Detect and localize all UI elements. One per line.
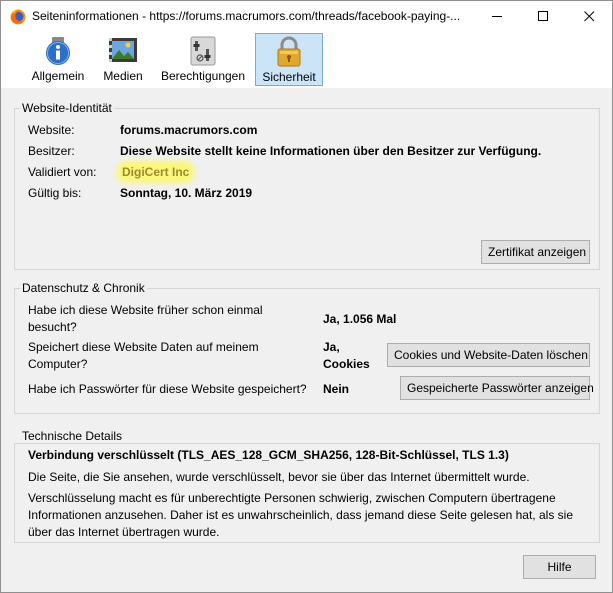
help-button[interactable]: Hilfe xyxy=(523,555,596,579)
tab-sicherheit[interactable]: Sicherheit xyxy=(255,33,323,86)
padlock-icon xyxy=(277,36,301,67)
title-bar: Seiteninformationen - https://forums.mac… xyxy=(1,1,612,32)
privacy-question-visited: Habe ich diese Website früher schon einm… xyxy=(28,303,263,334)
owner-value: Diese Website stellt keine Informationen… xyxy=(120,144,542,158)
media-icon xyxy=(109,38,137,62)
tab-label: Berechtigungen xyxy=(160,69,246,83)
security-panel: Website-Identität Website: forums.macrum… xyxy=(1,88,612,592)
tab-label: Sicherheit xyxy=(262,70,316,84)
valid-label: Gültig bis: xyxy=(28,186,82,200)
firefox-icon xyxy=(10,9,26,25)
verified-value-highlight: DigiCert Inc xyxy=(120,164,192,180)
minimize-icon xyxy=(492,16,502,17)
verified-label: Validiert von: xyxy=(28,165,97,179)
website-value: forums.macrumors.com xyxy=(120,123,258,137)
close-icon xyxy=(584,11,595,22)
privacy-answer-visited: Ja, 1.056 Mal xyxy=(323,312,397,326)
tab-label: Allgemein xyxy=(31,69,85,83)
view-certificate-button[interactable]: Zertifikat anzeigen xyxy=(481,240,590,264)
website-label: Website: xyxy=(28,123,75,137)
encryption-paragraph-2: Verschlüsselung macht es für unberechtig… xyxy=(28,491,573,539)
valid-value: Sonntag, 10. März 2019 xyxy=(120,186,253,200)
privacy-question-cookies: Speichert diese Website Daten auf meinem… xyxy=(28,340,259,371)
permissions-icon xyxy=(190,36,216,66)
maximize-icon xyxy=(538,11,548,21)
encryption-paragraph-1: Die Seite, die Sie ansehen, wurde versch… xyxy=(28,470,530,484)
connection-headline: Verbindung verschlüsselt (TLS_AES_128_GC… xyxy=(28,448,509,462)
privacy-question-passwords: Habe ich Passwörter für diese Website ge… xyxy=(28,382,307,396)
identity-group-title: Website-Identität xyxy=(20,101,114,115)
info-icon xyxy=(46,37,70,65)
verified-value: DigiCert Inc xyxy=(120,164,192,180)
privacy-group-title: Datenschutz & Chronik xyxy=(20,281,147,295)
tab-label: Medien xyxy=(103,69,143,83)
tab-berechtigungen[interactable]: Berechtigungen xyxy=(158,33,248,86)
tab-medien[interactable]: Medien xyxy=(97,33,149,86)
technical-group-title: Technische Details xyxy=(20,429,125,443)
privacy-answer-passwords: Nein xyxy=(323,382,350,396)
maximize-button[interactable] xyxy=(521,1,566,32)
saved-passwords-button[interactable]: Gespeicherte Passwörter anzeigen xyxy=(400,376,594,400)
privacy-answer-cookies: Ja, Cookies xyxy=(323,340,370,371)
page-info-window: Seiteninformationen - https://forums.mac… xyxy=(0,0,613,593)
tab-allgemein[interactable]: Allgemein xyxy=(27,33,89,86)
close-button[interactable] xyxy=(567,1,612,32)
toolbar: Allgemein Medien Berechtigungen Sicherhe… xyxy=(1,32,612,88)
owner-label: Besitzer: xyxy=(28,144,75,158)
minimize-button[interactable] xyxy=(475,1,520,32)
clear-cookies-button[interactable]: Cookies und Website-Daten löschen xyxy=(387,343,590,367)
window-title: Seiteninformationen - https://forums.mac… xyxy=(32,9,461,23)
